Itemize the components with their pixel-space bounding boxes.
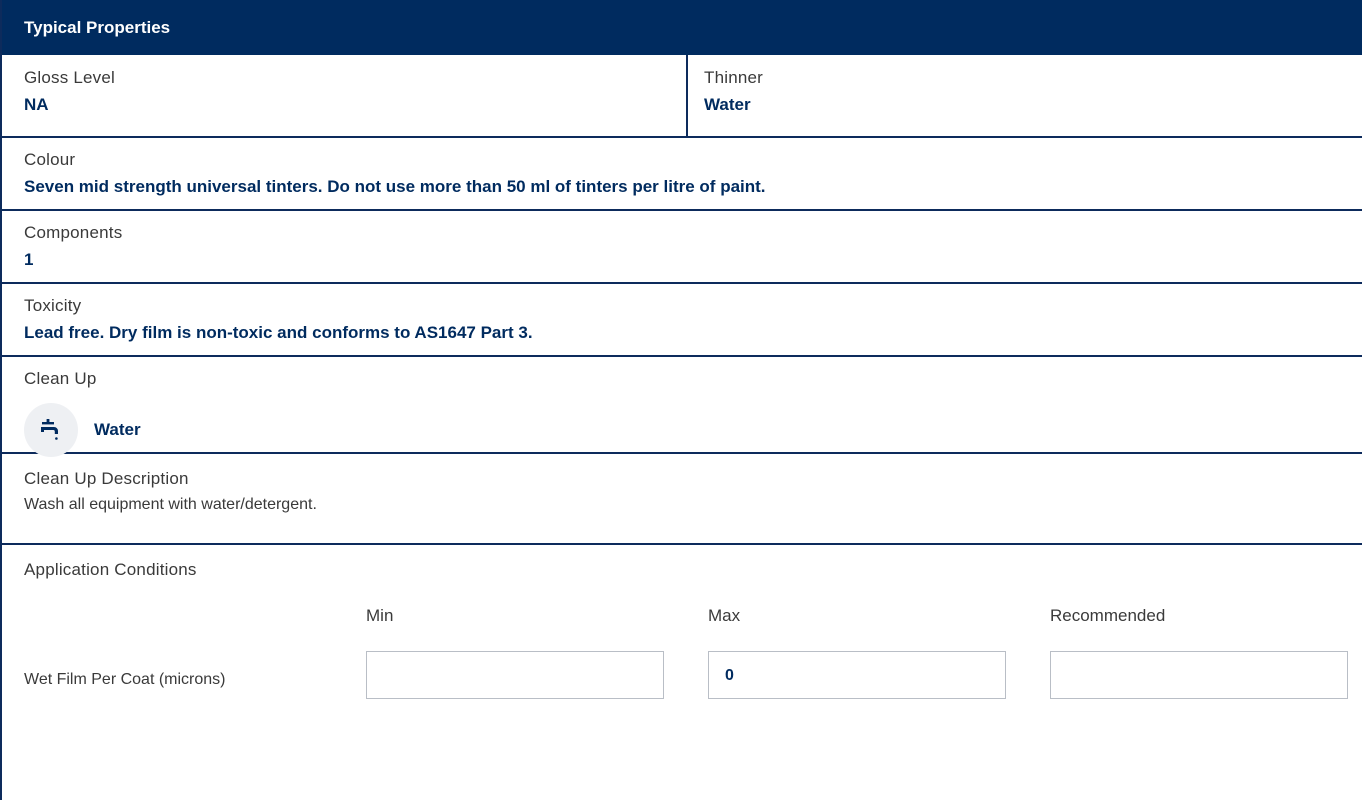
application-conditions-row: Application Conditions Min Max Recommend… [2,545,1362,705]
gloss-level-label: Gloss Level [24,68,116,87]
wet-film-min-field[interactable] [366,651,664,699]
gloss-thinner-row: Gloss Level NA Thinner Water [2,55,1362,138]
components-value: 1 [24,250,34,269]
components-row: Components 1 [2,211,1362,284]
application-conditions-grid: Min Max Recommended Wet Film Per Coat (m… [24,580,1362,700]
toxicity-row: Toxicity Lead free. Dry film is non-toxi… [2,284,1362,357]
colour-value: Seven mid strength universal tinters. Do… [24,177,766,196]
wet-film-recommended-field[interactable] [1050,651,1348,699]
colour-row: Colour Seven mid strength universal tint… [2,138,1362,211]
clean-up-value: Water [94,420,141,439]
clean-up-description-row: Clean Up Description Wash all equipment … [2,454,1362,545]
clean-up-description-label: Clean Up Description [24,469,189,488]
clean-up-row: Clean Up Water [2,357,1362,457]
typical-properties-panel: Typical Properties Gloss Level NA Thinne… [0,0,1362,800]
clean-up-description-value: Wash all equipment with water/detergent. [24,496,317,513]
clean-up-label: Clean Up [24,369,97,388]
thinner-label: Thinner [704,68,764,87]
thinner-cell: Thinner Water [686,55,1362,136]
components-label: Components [24,223,123,242]
water-tap-icon [24,403,78,457]
toxicity-label: Toxicity [24,296,82,315]
clean-up-item: Water [24,403,1362,457]
min-column-header: Min [366,606,394,625]
panel-header: Typical Properties [2,0,1362,55]
wet-film-per-coat-label: Wet Film Per Coat (microns) [24,671,226,688]
max-column-header: Max [708,606,741,625]
wet-film-max-field[interactable]: 0 [708,651,1006,699]
recommended-column-header: Recommended [1050,606,1166,625]
colour-label: Colour [24,150,76,169]
thinner-value: Water [704,95,751,114]
application-conditions-label: Application Conditions [24,560,197,579]
gloss-level-value: NA [24,95,49,114]
toxicity-value: Lead free. Dry film is non-toxic and con… [24,323,533,342]
gloss-level-cell: Gloss Level NA [2,55,686,136]
